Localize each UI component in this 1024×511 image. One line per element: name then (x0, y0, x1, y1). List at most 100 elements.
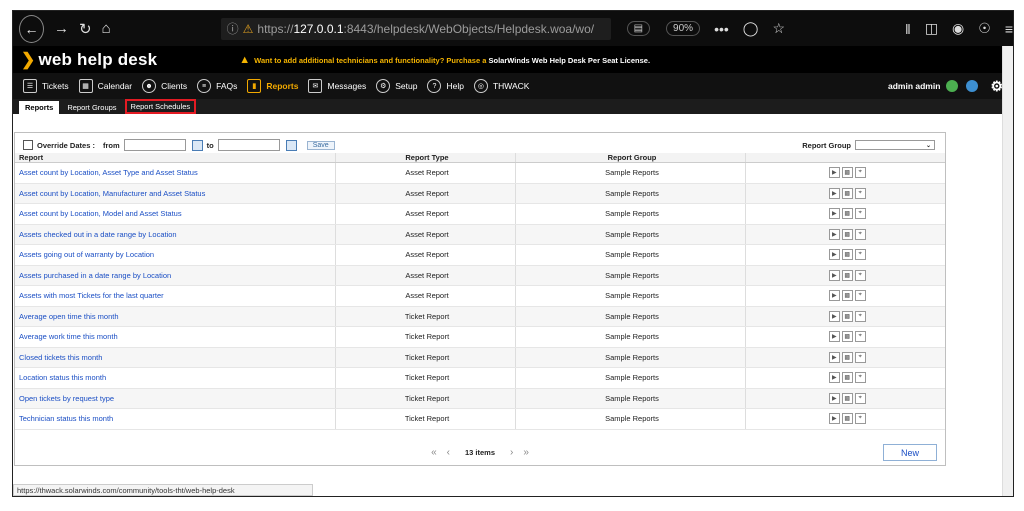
pdf-icon[interactable]: ⌖ (854, 290, 866, 302)
header-report-type[interactable]: Report Type (335, 153, 516, 163)
address-bar[interactable]: ⓘ ⚠ https://127.0.0.1:8443/helpdesk/WebO… (220, 17, 611, 40)
pdf-icon[interactable]: ⌖ (854, 228, 866, 240)
report-link[interactable]: Asset count by Location, Manufacturer an… (19, 189, 205, 198)
tab-reports[interactable]: Reports (19, 101, 60, 114)
run-icon[interactable]: ▶ (828, 310, 840, 322)
nav-help[interactable]: ? Help (427, 79, 464, 93)
run-icon[interactable]: ▶ (828, 351, 840, 363)
run-icon[interactable]: ▶ (828, 187, 840, 199)
nav-setup[interactable]: ⚙ Setup (376, 79, 417, 93)
status-icon[interactable] (946, 80, 959, 92)
library-icon[interactable]: ‖ (905, 21, 911, 37)
page-scrollbar[interactable] (1002, 46, 1013, 496)
from-calendar-icon[interactable] (191, 139, 203, 151)
menu-icon[interactable]: ≡ (1005, 21, 1013, 37)
pdf-icon[interactable]: ⌖ (854, 269, 866, 281)
lock-warning-icon[interactable]: ⚠ (243, 22, 254, 36)
page-actions-icon[interactable]: ••• (714, 21, 729, 37)
nav-reports[interactable]: ▮ Reports (247, 79, 298, 93)
report-link[interactable]: Closed tickets this month (19, 353, 102, 362)
pdf-icon[interactable]: ⌖ (854, 372, 866, 384)
run-icon[interactable]: ▶ (828, 413, 840, 425)
header-report-group[interactable]: Report Group (515, 153, 746, 163)
pocket-icon[interactable]: ◯ (743, 20, 759, 37)
run-icon[interactable]: ▶ (828, 249, 840, 261)
header-report[interactable]: Report (15, 153, 336, 163)
run-icon[interactable]: ▶ (828, 331, 840, 343)
report-link[interactable]: Assets going out of warranty by Location (19, 250, 154, 259)
home-icon[interactable]: ⌂ (102, 20, 111, 37)
pdf-icon[interactable]: ⌖ (854, 331, 866, 343)
first-page-icon[interactable]: « (431, 447, 437, 458)
pdf-icon[interactable]: ⌖ (854, 351, 866, 363)
to-calendar-icon[interactable] (285, 139, 297, 151)
zoom-level[interactable]: 90% (666, 21, 701, 36)
report-link[interactable]: Asset count by Location, Asset Type and … (19, 168, 198, 177)
nav-clients[interactable]: ☻ Clients (142, 79, 187, 93)
run-icon[interactable]: ▶ (828, 167, 840, 179)
pdf-icon[interactable]: ⌖ (854, 167, 866, 179)
report-link[interactable]: Open tickets by request type (19, 394, 114, 403)
report-link[interactable]: Assets purchased in a date range by Loca… (19, 271, 171, 280)
to-date-input[interactable] (217, 139, 280, 151)
run-icon[interactable]: ▶ (828, 208, 840, 220)
back-icon[interactable]: ← (19, 14, 44, 43)
tab-report-groups[interactable]: Report Groups (61, 101, 122, 114)
license-link[interactable]: SolarWinds Web Help Desk Per Seat Licens… (489, 56, 651, 65)
run-icon[interactable]: ▶ (828, 392, 840, 404)
print-icon[interactable]: ▩ (841, 187, 853, 199)
report-group-select[interactable]: ⌄ (855, 140, 935, 150)
sidebar-icon[interactable]: ◫ (925, 20, 938, 37)
override-checkbox[interactable] (23, 140, 33, 150)
print-icon[interactable]: ▩ (841, 228, 853, 240)
pdf-icon[interactable]: ⌖ (854, 249, 866, 261)
print-icon[interactable]: ▩ (841, 392, 853, 404)
next-page-icon[interactable]: › (510, 447, 513, 458)
print-icon[interactable]: ▩ (841, 167, 853, 179)
logo[interactable]: ❯ web help desk (21, 50, 157, 70)
report-link[interactable]: Assets with most Tickets for the last qu… (19, 291, 164, 300)
pdf-icon[interactable]: ⌖ (854, 413, 866, 425)
save-button[interactable]: Save (306, 140, 335, 150)
new-report-button[interactable]: New (883, 444, 937, 461)
from-date-input[interactable] (123, 139, 186, 151)
nav-thwack[interactable]: ◎ THWACK (473, 79, 529, 93)
profile-icon[interactable] (966, 80, 979, 92)
run-icon[interactable]: ▶ (828, 269, 840, 281)
account-icon[interactable]: ☉ (978, 20, 991, 37)
extension-icon[interactable]: ◉ (952, 20, 964, 37)
pdf-icon[interactable]: ⌖ (854, 392, 866, 404)
bookmark-star-icon[interactable]: ☆ (772, 20, 785, 37)
print-icon[interactable]: ▩ (841, 208, 853, 220)
info-icon[interactable]: ⓘ (227, 20, 239, 37)
report-link[interactable]: Assets checked out in a date range by Lo… (19, 230, 177, 239)
report-link[interactable]: Technician status this month (19, 414, 113, 423)
pdf-icon[interactable]: ⌖ (854, 310, 866, 322)
report-link[interactable]: Average open time this month (19, 312, 119, 321)
run-icon[interactable]: ▶ (828, 228, 840, 240)
nav-calendar[interactable]: ▦ Calendar (78, 79, 132, 93)
run-icon[interactable]: ▶ (828, 290, 840, 302)
user-name[interactable]: admin admin (888, 81, 940, 91)
forward-icon[interactable]: → (54, 20, 69, 37)
print-icon[interactable]: ▩ (841, 310, 853, 322)
pdf-icon[interactable]: ⌖ (854, 187, 866, 199)
print-icon[interactable]: ▩ (841, 290, 853, 302)
nav-tickets[interactable]: ☰ Tickets (23, 79, 69, 93)
print-icon[interactable]: ▩ (841, 249, 853, 261)
print-icon[interactable]: ▩ (841, 413, 853, 425)
run-icon[interactable]: ▶ (828, 372, 840, 384)
report-link[interactable]: Location status this month (19, 373, 106, 382)
nav-faqs[interactable]: ≡ FAQs (197, 79, 237, 93)
print-icon[interactable]: ▩ (841, 372, 853, 384)
print-icon[interactable]: ▩ (841, 351, 853, 363)
nav-messages[interactable]: ✉ Messages (308, 79, 366, 93)
reader-icon[interactable]: ▤ (626, 21, 651, 36)
last-page-icon[interactable]: » (523, 447, 529, 458)
print-icon[interactable]: ▩ (841, 331, 853, 343)
report-link[interactable]: Average work time this month (19, 332, 118, 341)
pdf-icon[interactable]: ⌖ (854, 208, 866, 220)
prev-page-icon[interactable]: ‹ (447, 447, 450, 458)
tab-report-schedules[interactable]: Report Schedules (124, 99, 197, 114)
reload-icon[interactable]: ↻ (79, 20, 92, 38)
